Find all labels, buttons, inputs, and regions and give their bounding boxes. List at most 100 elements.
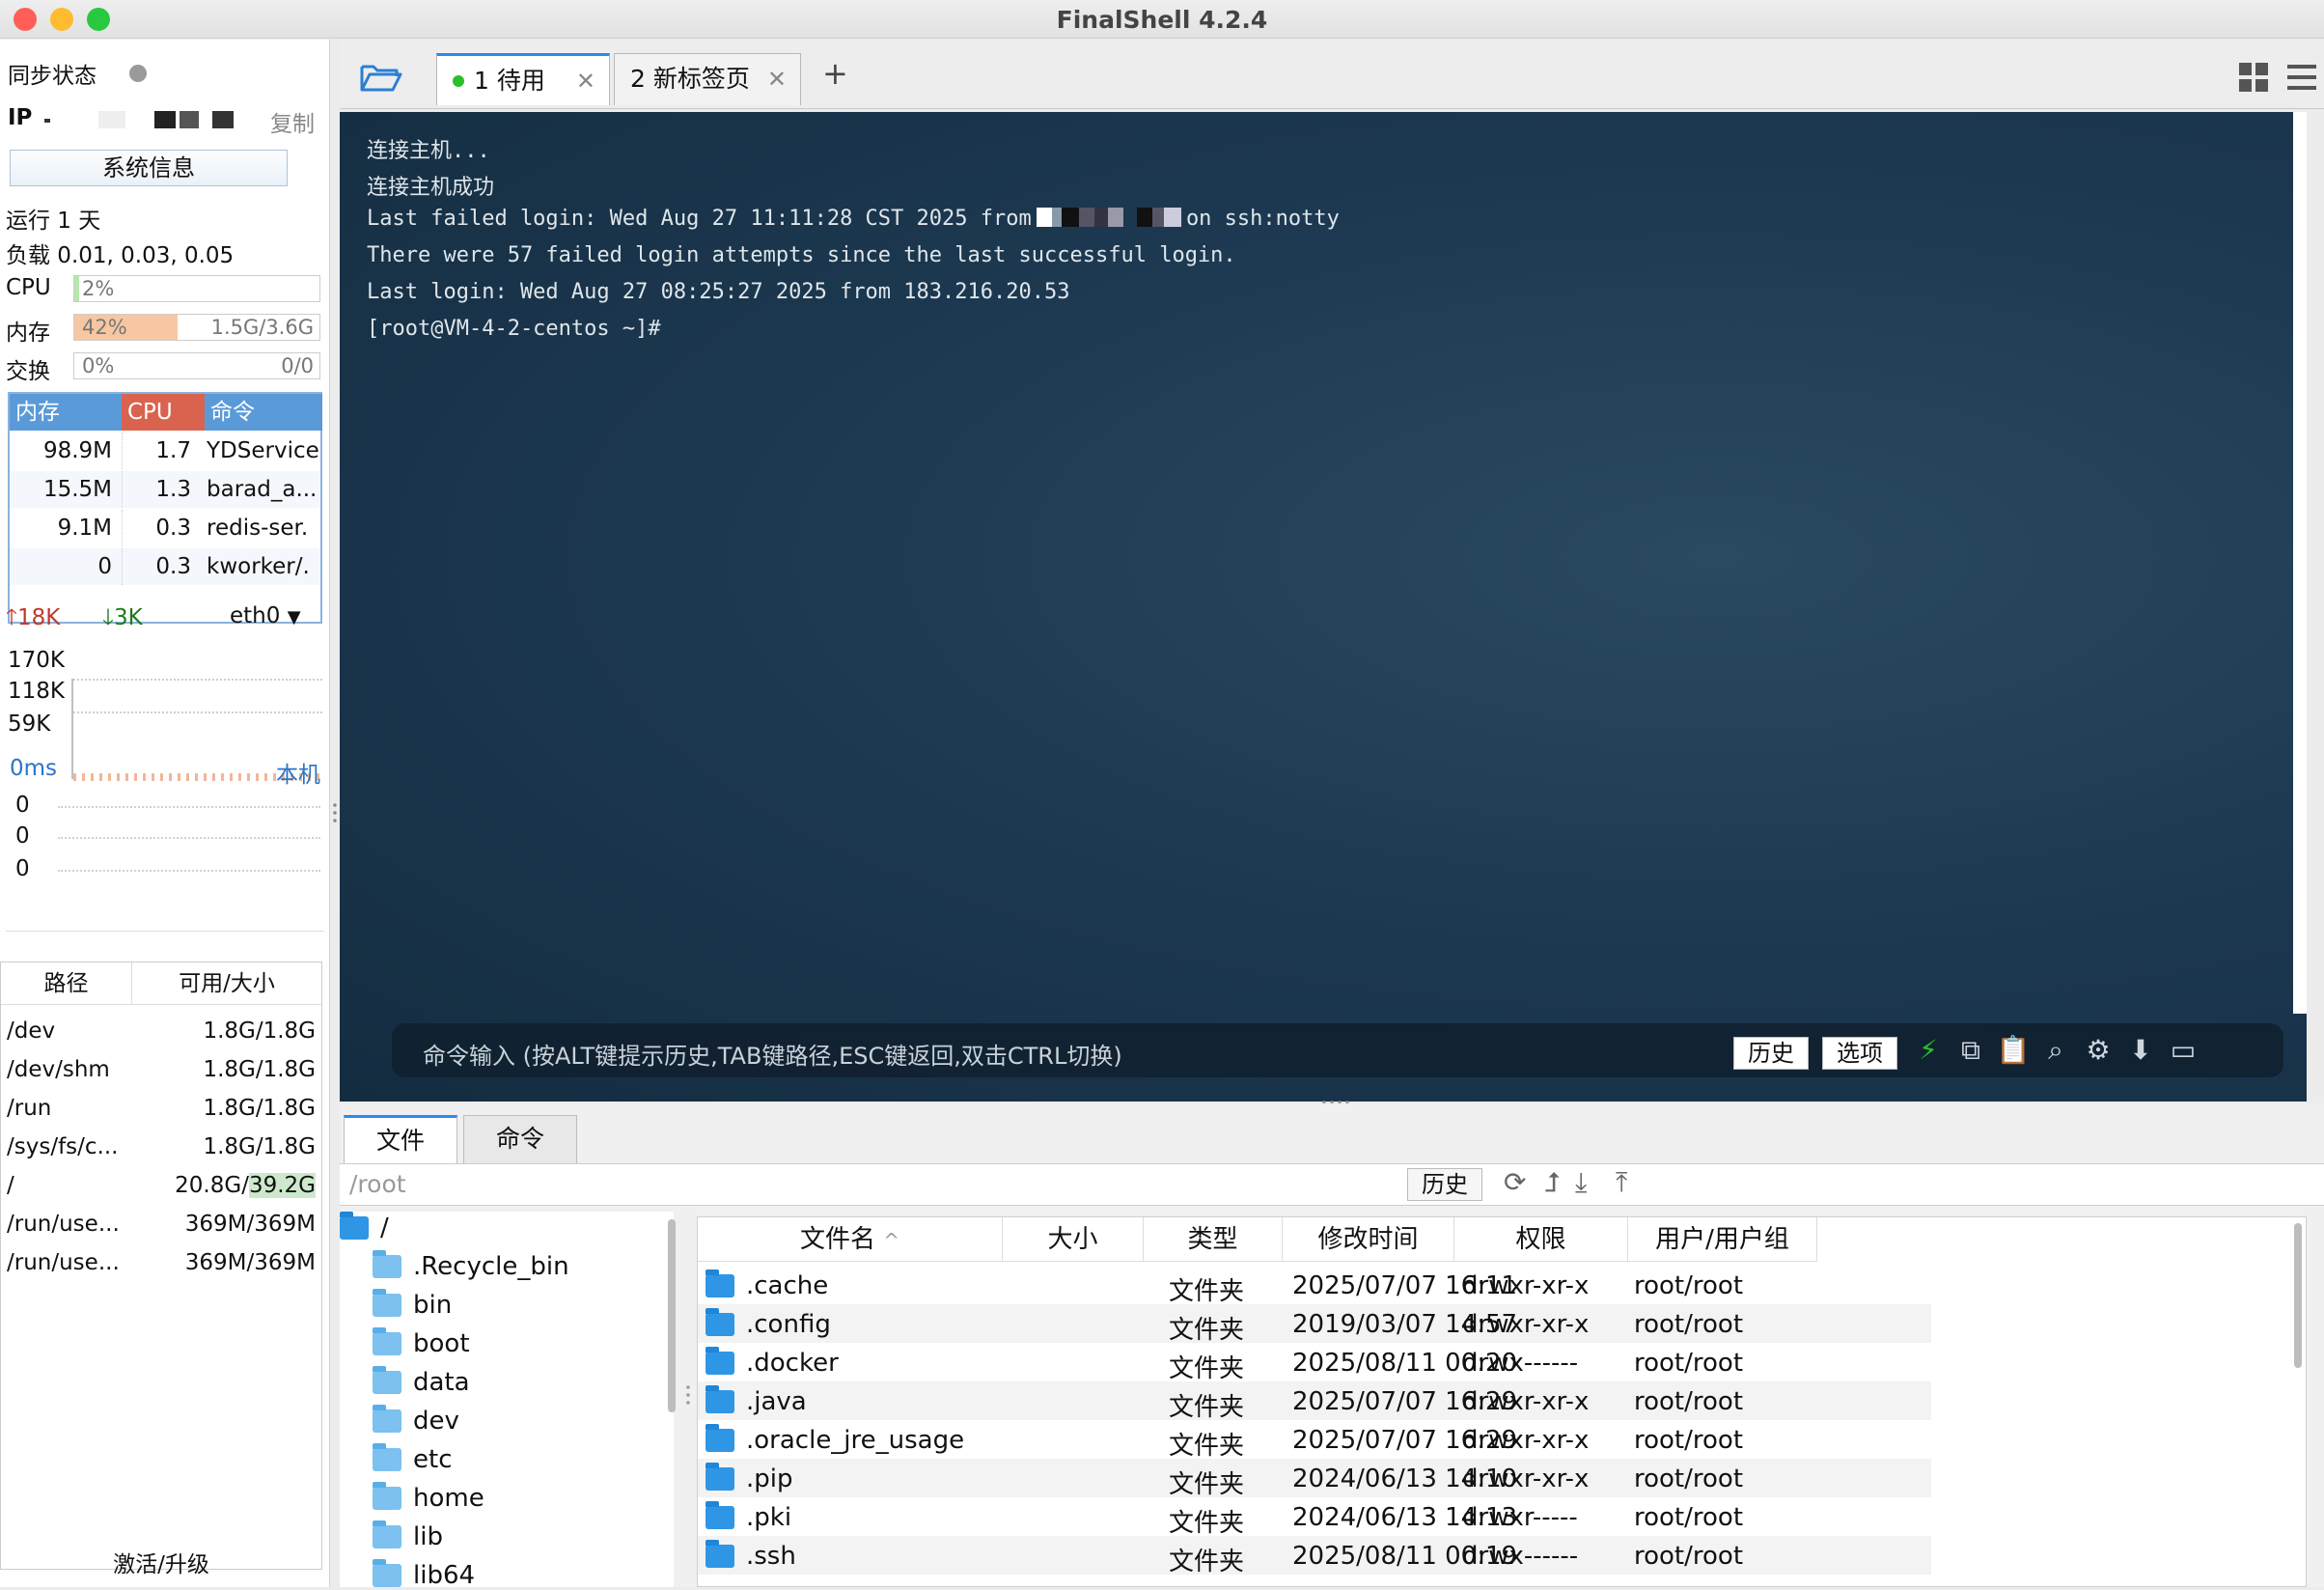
col-size[interactable]: 大小	[1003, 1217, 1144, 1262]
tree-node[interactable]: data	[373, 1366, 470, 1397]
disk-path[interactable]: /run	[7, 1096, 51, 1121]
tab-commands[interactable]: 命令	[463, 1115, 577, 1163]
tree-node[interactable]: lib	[373, 1520, 443, 1551]
file-row[interactable]: .docker 文件夹 2025/08/11 00:20 drwx------ …	[698, 1343, 1931, 1383]
disk-path-header[interactable]: 路径	[1, 962, 132, 1005]
tree-node[interactable]: .Recycle_bin	[373, 1250, 569, 1281]
file-row[interactable]: .cache 文件夹 2025/07/07 16:11 drwxr-xr-x r…	[698, 1266, 1931, 1306]
file-list-table: 文件名 ^ 大小 类型 修改时间 权限 用户/用户组 .cache 文件夹 20…	[697, 1216, 2307, 1587]
col-modified[interactable]: 修改时间	[1283, 1217, 1454, 1262]
file-permissions: drwxr-xr-x	[1462, 1271, 1590, 1300]
upload-icon[interactable]: ⤒	[1616, 1166, 1627, 1199]
file-row[interactable]: .ssh 文件夹 2025/08/11 00:19 drwx------ roo…	[698, 1536, 1931, 1576]
refresh-icon[interactable]: ⟳	[1504, 1166, 1526, 1198]
col-permissions[interactable]: 权限	[1454, 1217, 1628, 1262]
lightning-icon[interactable]: ⚡	[1911, 1033, 1946, 1068]
file-owner: root/root	[1634, 1271, 1744, 1300]
process-cpu-header[interactable]: CPU	[122, 394, 205, 431]
scroll-down-icon[interactable]: ⬇	[2123, 1033, 2158, 1068]
process-row[interactable]: 9.1M 0.3 redis-ser.	[10, 510, 320, 546]
add-tab-icon[interactable]: +	[822, 55, 848, 92]
process-row[interactable]: 0 0.3 kworker/.	[10, 548, 320, 585]
command-input-bar[interactable]: 命令输入 (按ALT键提示历史,TAB键路径,ESC键返回,双击CTRL切换) …	[392, 1023, 2283, 1077]
col-owner[interactable]: 用户/用户组	[1628, 1217, 1817, 1262]
tree-node[interactable]: dev	[373, 1405, 459, 1436]
disk-size: 1.8G/1.8G	[203, 1057, 316, 1082]
close-tab-icon[interactable]: ✕	[767, 54, 787, 104]
tree-node[interactable]: bin	[373, 1289, 452, 1320]
process-row[interactable]: 15.5M 1.3 barad_a...	[10, 471, 320, 508]
redacted-ip	[1036, 208, 1181, 227]
memory-usage-value: 42%	[82, 316, 127, 339]
file-row[interactable]: .java 文件夹 2025/07/07 16:29 drwxr-xr-x ro…	[698, 1381, 1931, 1422]
sidebar-splitter-handle[interactable]	[330, 801, 340, 824]
terminal-pane[interactable]: 连接主机... 连接主机成功 Last failed login: Wed Au…	[340, 112, 2307, 1102]
file-row[interactable]: .oracle_jre_usage 文件夹 2025/07/07 16:29 d…	[698, 1420, 1931, 1461]
folder-icon	[706, 1463, 734, 1491]
directory-tree: / .Recycle_binbin boot data dev etc home lib lib…	[340, 1212, 674, 1590]
search-icon[interactable]: ⌕	[2038, 1033, 2073, 1068]
tab-new-tab[interactable]: 2 新标签页 ✕	[614, 53, 801, 105]
ip-address-redacted	[39, 109, 241, 130]
disk-path[interactable]: /dev/shm	[7, 1057, 110, 1082]
file-manager-panel: 文件 命令 /root 历史 ⟳ ⮥ ⤓ ⤒ / .Recycle_binbin b…	[340, 1103, 2324, 1590]
process-mem-header[interactable]: 内存	[10, 394, 122, 431]
layout-grid-icon[interactable]	[2239, 63, 2268, 92]
copy-icon[interactable]: ⧉	[1953, 1033, 1988, 1068]
folder-icon	[373, 1482, 401, 1510]
command-input-placeholder[interactable]: 命令输入 (按ALT键提示历史,TAB键路径,ESC键返回,双击CTRL切换)	[423, 1037, 1122, 1071]
path-bar: /root 历史 ⟳ ⮥ ⤓ ⤒	[340, 1163, 2324, 1206]
tree-node[interactable]: boot	[373, 1327, 470, 1358]
current-path-input[interactable]: /root	[349, 1170, 406, 1198]
path-history-button[interactable]: 历史	[1407, 1168, 1482, 1201]
tree-node[interactable]: etc	[373, 1443, 453, 1474]
folder-open-icon[interactable]	[359, 59, 403, 94]
terminal-line-failed-login: Last failed login: Wed Aug 27 11:11:28 C…	[367, 207, 1340, 231]
gear-icon[interactable]: ⚙	[2081, 1033, 2116, 1068]
system-info-button[interactable]: 系统信息	[10, 150, 288, 186]
activate-upgrade-link[interactable]: 激活/升级	[0, 1546, 322, 1578]
ping-target[interactable]: 本机	[276, 756, 320, 789]
process-row[interactable]: 98.9M 1.7 YDService	[10, 432, 320, 469]
process-table: 内存 CPU 命令 98.9M 1.7 YDService 15.5M 1.3 …	[8, 392, 322, 624]
history-button[interactable]: 历史	[1733, 1037, 1809, 1070]
tree-node[interactable]: lib64	[373, 1559, 475, 1590]
parent-dir-icon[interactable]: ⮥	[1544, 1166, 1561, 1199]
disk-path[interactable]: /run/use...	[7, 1212, 120, 1237]
tree-node[interactable]: home	[373, 1482, 484, 1513]
copy-ip-button[interactable]: 复制	[270, 105, 315, 138]
disk-size-header[interactable]: 可用/大小	[132, 962, 321, 1005]
file-owner: root/root	[1634, 1464, 1744, 1493]
file-row[interactable]: .pip 文件夹 2024/06/13 14:10 drwxr-xr-x roo…	[698, 1459, 1931, 1499]
file-row[interactable]: .config 文件夹 2019/03/07 14:57 drwxr-xr-x …	[698, 1304, 1931, 1345]
tab-files[interactable]: 文件	[344, 1115, 457, 1163]
process-cpu: 0.3	[122, 510, 191, 546]
col-filename[interactable]: 文件名 ^	[698, 1217, 1003, 1262]
process-cmd-header[interactable]: 命令	[205, 394, 322, 431]
folder-icon	[373, 1289, 401, 1317]
close-tab-icon[interactable]: ✕	[576, 56, 595, 106]
file-row[interactable]: .pki 文件夹 2024/06/13 14:13 drwxr----- roo…	[698, 1497, 1931, 1538]
terminal-scrollbar[interactable]	[2293, 112, 2307, 1014]
col-type[interactable]: 类型	[1144, 1217, 1283, 1262]
disk-path[interactable]: /	[7, 1173, 14, 1198]
download-icon[interactable]: ⤓	[1575, 1166, 1587, 1199]
tree-splitter-handle[interactable]	[685, 1383, 691, 1407]
file-owner: root/root	[1634, 1503, 1744, 1532]
disk-path[interactable]: /sys/fs/c...	[7, 1134, 118, 1159]
paste-icon[interactable]: 📋	[1996, 1033, 2031, 1068]
maximize-icon[interactable]: ▭	[2166, 1033, 2200, 1068]
disk-size: 1.8G/1.8G	[203, 1018, 316, 1044]
tree-node[interactable]: /	[340, 1212, 389, 1242]
network-interface-select[interactable]: eth0 ▼	[230, 603, 301, 628]
file-list-scrollbar[interactable]	[2294, 1223, 2302, 1368]
tree-scrollbar[interactable]	[668, 1219, 676, 1412]
file-name: .ssh	[706, 1540, 796, 1571]
tab-session-1[interactable]: 1 待用 ✕	[436, 53, 610, 105]
disk-path[interactable]: /dev	[7, 1018, 55, 1044]
cpu-usage-value: 2%	[82, 277, 115, 300]
disk-path[interactable]: /run/use...	[7, 1250, 120, 1275]
options-button[interactable]: 选项	[1822, 1037, 1897, 1070]
file-permissions: drwx------	[1462, 1542, 1579, 1571]
menu-hamburger-icon[interactable]	[2287, 65, 2316, 90]
